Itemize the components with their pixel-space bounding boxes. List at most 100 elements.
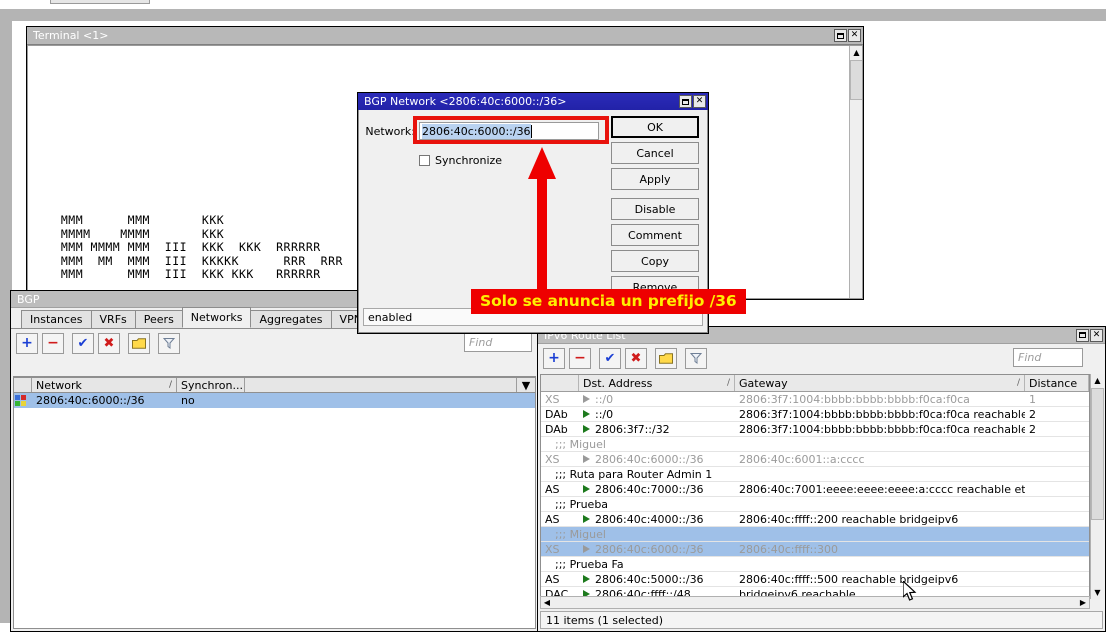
route-table[interactable]: Dst. Address / Gateway / Distance XS::/0… <box>540 374 1090 599</box>
route-find-input[interactable]: Find <box>1013 348 1083 367</box>
filter-icon[interactable] <box>685 348 707 369</box>
enable-icon[interactable]: ✔ <box>72 333 94 354</box>
maximize-icon[interactable] <box>834 29 847 42</box>
dialog-button-column[interactable]: OK Cancel Apply Disable Comment Copy Rem… <box>611 116 699 302</box>
route-expand-icon[interactable] <box>583 425 590 433</box>
background-window-edge <box>50 0 150 4</box>
column-header-synchronize[interactable]: Synchron... <box>177 378 245 392</box>
route-list-toolbar[interactable]: + − ✔ ✖ Find <box>538 344 1105 372</box>
terminal-scrollbar[interactable]: ▲ <box>849 46 862 298</box>
maximize-icon[interactable] <box>679 95 692 108</box>
column-header-gateway[interactable]: Gateway / <box>735 375 1025 391</box>
dialog-titlebar[interactable]: BGP Network <2806:40c:6000::/36> ✕ <box>358 93 708 110</box>
scroll-up-icon[interactable]: ▲ <box>1091 374 1104 387</box>
filter-icon[interactable] <box>158 333 180 354</box>
table-row[interactable]: XS2806:40c:6000::/362806:40c:6001::a:ccc… <box>541 452 1089 467</box>
tab-instances[interactable]: Instances <box>21 310 92 328</box>
remove-icon[interactable]: − <box>42 333 64 354</box>
route-expand-icon[interactable] <box>583 395 590 403</box>
cell-flags: XS <box>541 453 579 466</box>
route-rows-container[interactable]: XS::/02806:3f7:1004:bbbb:bbbb:bbbb:f0ca:… <box>541 392 1089 599</box>
ipv6-route-list-window[interactable]: IPv6 Route List ✕ + − ✔ ✖ Find <box>537 326 1106 632</box>
cell-dst-address: 2806:3f7::/32 <box>579 423 735 436</box>
route-comment-row[interactable]: ;;; Prueba Fa <box>541 557 1089 572</box>
enable-icon[interactable]: ✔ <box>599 348 621 369</box>
tab-vrfs[interactable]: VRFs <box>91 310 136 328</box>
table-row[interactable]: XS2806:40c:6000::/362806:40c:ffff::300 <box>541 542 1089 557</box>
route-comment-row[interactable]: ;;; Ruta para Router Admin 1 <box>541 467 1089 482</box>
route-comment-row[interactable]: ;;; Miguel <box>541 527 1089 542</box>
scroll-thumb[interactable] <box>1091 388 1104 520</box>
synchronize-label: Synchronize <box>435 154 502 167</box>
scroll-left-icon[interactable]: ◀ <box>541 598 553 607</box>
column-header-network[interactable] <box>14 378 32 392</box>
tab-peers[interactable]: Peers <box>135 310 183 328</box>
column-header-dst-address[interactable]: Dst. Address / <box>579 375 735 391</box>
add-icon[interactable]: + <box>543 348 565 369</box>
workspace-backdrop-right <box>0 9 1106 21</box>
table-row[interactable]: AS2806:40c:4000::/362806:40c:ffff::200 r… <box>541 512 1089 527</box>
close-icon[interactable]: ✕ <box>848 29 861 42</box>
table-row[interactable]: DAb::/02806:3f7:1004:bbbb:bbbb:bbbb:f0ca… <box>541 407 1089 422</box>
route-expand-icon[interactable] <box>583 545 590 553</box>
column-header-flags[interactable] <box>541 375 579 391</box>
apply-button[interactable]: Apply <box>611 168 699 190</box>
table-row[interactable]: 2806:40c:6000::/36 no <box>14 393 535 408</box>
synchronize-row[interactable]: Synchronize <box>419 154 502 167</box>
scroll-thumb[interactable] <box>850 60 863 100</box>
cell-dst-address: ::/0 <box>579 408 735 421</box>
cell-distance: 2 <box>1025 423 1089 436</box>
maximize-icon[interactable] <box>1076 329 1089 342</box>
bgp-window[interactable]: BGP Instances VRFs Peers Networks Aggreg… <box>10 290 539 632</box>
route-comment-text: ;;; Ruta para Router Admin 1 <box>541 468 1089 481</box>
column-menu-icon[interactable]: ▼ <box>517 378 535 392</box>
route-horizontal-scrollbar[interactable]: ◀ ▶ <box>540 596 1090 609</box>
bgp-find-input[interactable]: Find <box>464 333 532 352</box>
route-expand-icon[interactable] <box>583 485 590 493</box>
remove-icon[interactable]: − <box>569 348 591 369</box>
ok-button[interactable]: OK <box>611 116 699 138</box>
table-row[interactable]: DAb2806:3f7::/322806:3f7:1004:bbbb:bbbb:… <box>541 422 1089 437</box>
copy-button[interactable]: Copy <box>611 250 699 272</box>
route-expand-icon[interactable] <box>583 410 590 418</box>
route-expand-icon[interactable] <box>583 515 590 523</box>
terminal-titlebar[interactable]: Terminal <1> ✕ <box>27 27 863 45</box>
scroll-right-icon[interactable]: ▶ <box>1077 598 1089 607</box>
bgp-title: BGP <box>17 293 40 306</box>
column-header-network-label[interactable]: Network / <box>32 378 177 392</box>
tab-networks[interactable]: Networks <box>182 307 252 328</box>
cancel-button[interactable]: Cancel <box>611 142 699 164</box>
cell-flags: DAb <box>541 423 579 436</box>
dst-address-text: 2806:40c:6000::/36 <box>595 543 704 556</box>
comment-button[interactable]: Comment <box>611 224 699 246</box>
column-label: Network <box>36 379 82 392</box>
cell-gateway: 2806:40c:ffff::300 <box>735 543 1025 556</box>
disable-icon[interactable]: ✖ <box>98 333 120 354</box>
tab-aggregates[interactable]: Aggregates <box>250 310 331 328</box>
column-header-distance[interactable]: Distance <box>1025 375 1089 391</box>
route-expand-icon[interactable] <box>583 455 590 463</box>
comment-icon[interactable] <box>655 348 677 369</box>
synchronize-checkbox[interactable] <box>419 155 430 166</box>
table-row[interactable]: AS2806:40c:7000::/362806:40c:7001:eeee:e… <box>541 482 1089 497</box>
cell-synchronize: no <box>177 394 245 407</box>
sort-indicator-icon: / <box>169 380 172 390</box>
disable-button[interactable]: Disable <box>611 198 699 220</box>
bgp-networks-grid[interactable]: Network / Synchron... ▼ 2806:40c:6000::/… <box>13 376 536 629</box>
cell-gateway: 2806:3f7:1004:bbbb:bbbb:bbbb:f0ca:f0ca r… <box>735 408 1025 421</box>
table-row[interactable]: XS::/02806:3f7:1004:bbbb:bbbb:bbbb:f0ca:… <box>541 392 1089 407</box>
cell-dst-address: 2806:40c:5000::/36 <box>579 573 735 586</box>
route-comment-row[interactable]: ;;; Prueba <box>541 497 1089 512</box>
close-icon[interactable]: ✕ <box>693 95 706 108</box>
cell-gateway: 2806:3f7:1004:bbbb:bbbb:bbbb:f0ca:f0ca r… <box>735 423 1025 436</box>
close-icon[interactable]: ✕ <box>1090 329 1103 342</box>
route-comment-row[interactable]: ;;; Miguel <box>541 437 1089 452</box>
comment-icon[interactable] <box>128 333 150 354</box>
disable-icon[interactable]: ✖ <box>625 348 647 369</box>
route-expand-icon[interactable] <box>583 575 590 583</box>
route-vertical-scrollbar[interactable]: ▲ ▼ <box>1090 374 1103 599</box>
scroll-down-icon[interactable]: ▼ <box>1091 586 1104 599</box>
add-icon[interactable]: + <box>16 333 38 354</box>
table-row[interactable]: AS2806:40c:5000::/362806:40c:ffff::500 r… <box>541 572 1089 587</box>
scroll-up-icon[interactable]: ▲ <box>850 46 863 59</box>
